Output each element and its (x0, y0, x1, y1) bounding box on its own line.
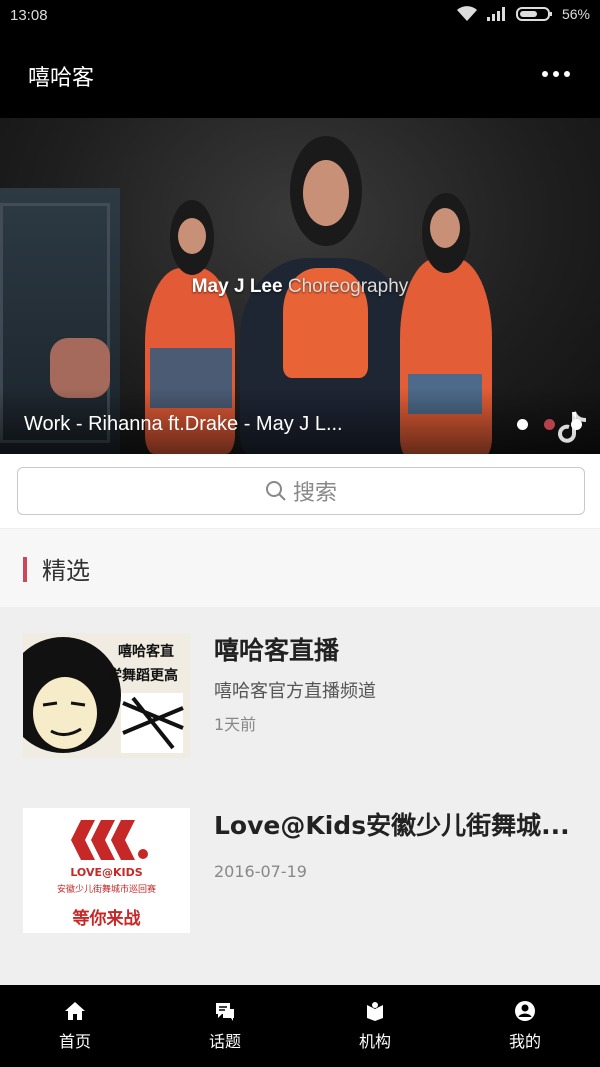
nav-label: 话题 (208, 1032, 241, 1051)
list-item[interactable]: LOVE@KIDS 安徽少儿街舞城市巡回赛 等你来战 Love@Kids安徽少儿… (0, 782, 600, 957)
nav-topics[interactable]: 话题 (150, 985, 300, 1067)
carousel-dot[interactable] (517, 419, 528, 430)
list-item-subtitle: 嘻哈客官方直播频道 (214, 681, 376, 702)
status-icons: 56% (456, 6, 590, 22)
list-item-thumbnail: 嘻哈客直 学舞蹈更高 (23, 633, 190, 758)
bottom-nav: 首页 话题 机构 我的 (0, 985, 600, 1067)
wifi-icon (456, 6, 477, 21)
nav-label: 首页 (58, 1032, 91, 1051)
signal-icon (486, 7, 505, 21)
list-item-time: 2016-07-19 (214, 862, 307, 881)
overlay-word: Choreography (287, 276, 409, 297)
nav-label: 机构 (358, 1032, 391, 1051)
dancer-figure (178, 218, 206, 254)
search-section: 搜索 (0, 454, 600, 528)
dancer-figure (303, 160, 349, 226)
nav-label: 我的 (508, 1032, 541, 1051)
nav-institution[interactable]: 机构 (300, 985, 450, 1067)
banner-carousel[interactable]: May J Lee Choreography Work - Rihanna ft… (0, 118, 600, 454)
banner-overlay-text: May J Lee Choreography (0, 276, 600, 298)
home-icon (65, 1002, 85, 1020)
search-label: 搜索 (292, 481, 337, 506)
more-dots-icon[interactable] (542, 64, 570, 84)
app-title: 嘻哈客 (28, 66, 95, 91)
nav-profile[interactable]: 我的 (450, 985, 600, 1067)
section-accent-bar (23, 557, 27, 582)
list-item[interactable]: 嘻哈客直 学舞蹈更高 嘻哈客直播 嘻哈客官方直播频道 1天前 (0, 607, 600, 782)
app-bar: 嘻哈客 (0, 34, 600, 118)
list-item-time: 1天前 (214, 715, 257, 734)
thumb-slogan: 等你来战 (72, 909, 141, 929)
section-header: 精选 (0, 529, 600, 607)
thumb-brand: LOVE@KIDS (70, 866, 143, 879)
list-item-thumbnail: LOVE@KIDS 安徽少儿街舞城市巡回赛 等你来战 (23, 808, 190, 933)
battery-percent: 56% (561, 6, 590, 22)
search-input[interactable]: 搜索 (17, 467, 585, 515)
nav-home[interactable]: 首页 (0, 985, 150, 1067)
banner-caption: Work - Rihanna ft.Drake - May J L... (24, 413, 343, 435)
battery-icon (515, 7, 552, 21)
list-item-title: 嘻哈客直播 (214, 636, 340, 665)
music-note-icon (558, 411, 587, 443)
featured-list: 嘻哈客直 学舞蹈更高 嘻哈客直播 嘻哈客官方直播频道 1天前 LOVE@KIDS… (0, 607, 600, 985)
status-time: 13:08 (10, 7, 48, 24)
chat-icon (216, 1003, 234, 1021)
thumb-text: 嘻哈客直 (118, 644, 174, 660)
status-bar: 13:08 56% (0, 0, 600, 34)
thumb-line: 安徽少儿街舞城市巡回赛 (56, 885, 156, 895)
overlay-name: May J Lee (191, 276, 283, 297)
search-icon (265, 481, 286, 501)
thumb-text: 学舞蹈更高 (108, 668, 178, 684)
dancer-figure (430, 208, 460, 248)
list-item-title: Love@Kids安徽少儿街舞城... (214, 811, 570, 840)
institution-icon (367, 1002, 383, 1021)
profile-icon (515, 1001, 535, 1021)
carousel-dot[interactable] (544, 419, 555, 430)
section-title: 精选 (42, 557, 90, 585)
